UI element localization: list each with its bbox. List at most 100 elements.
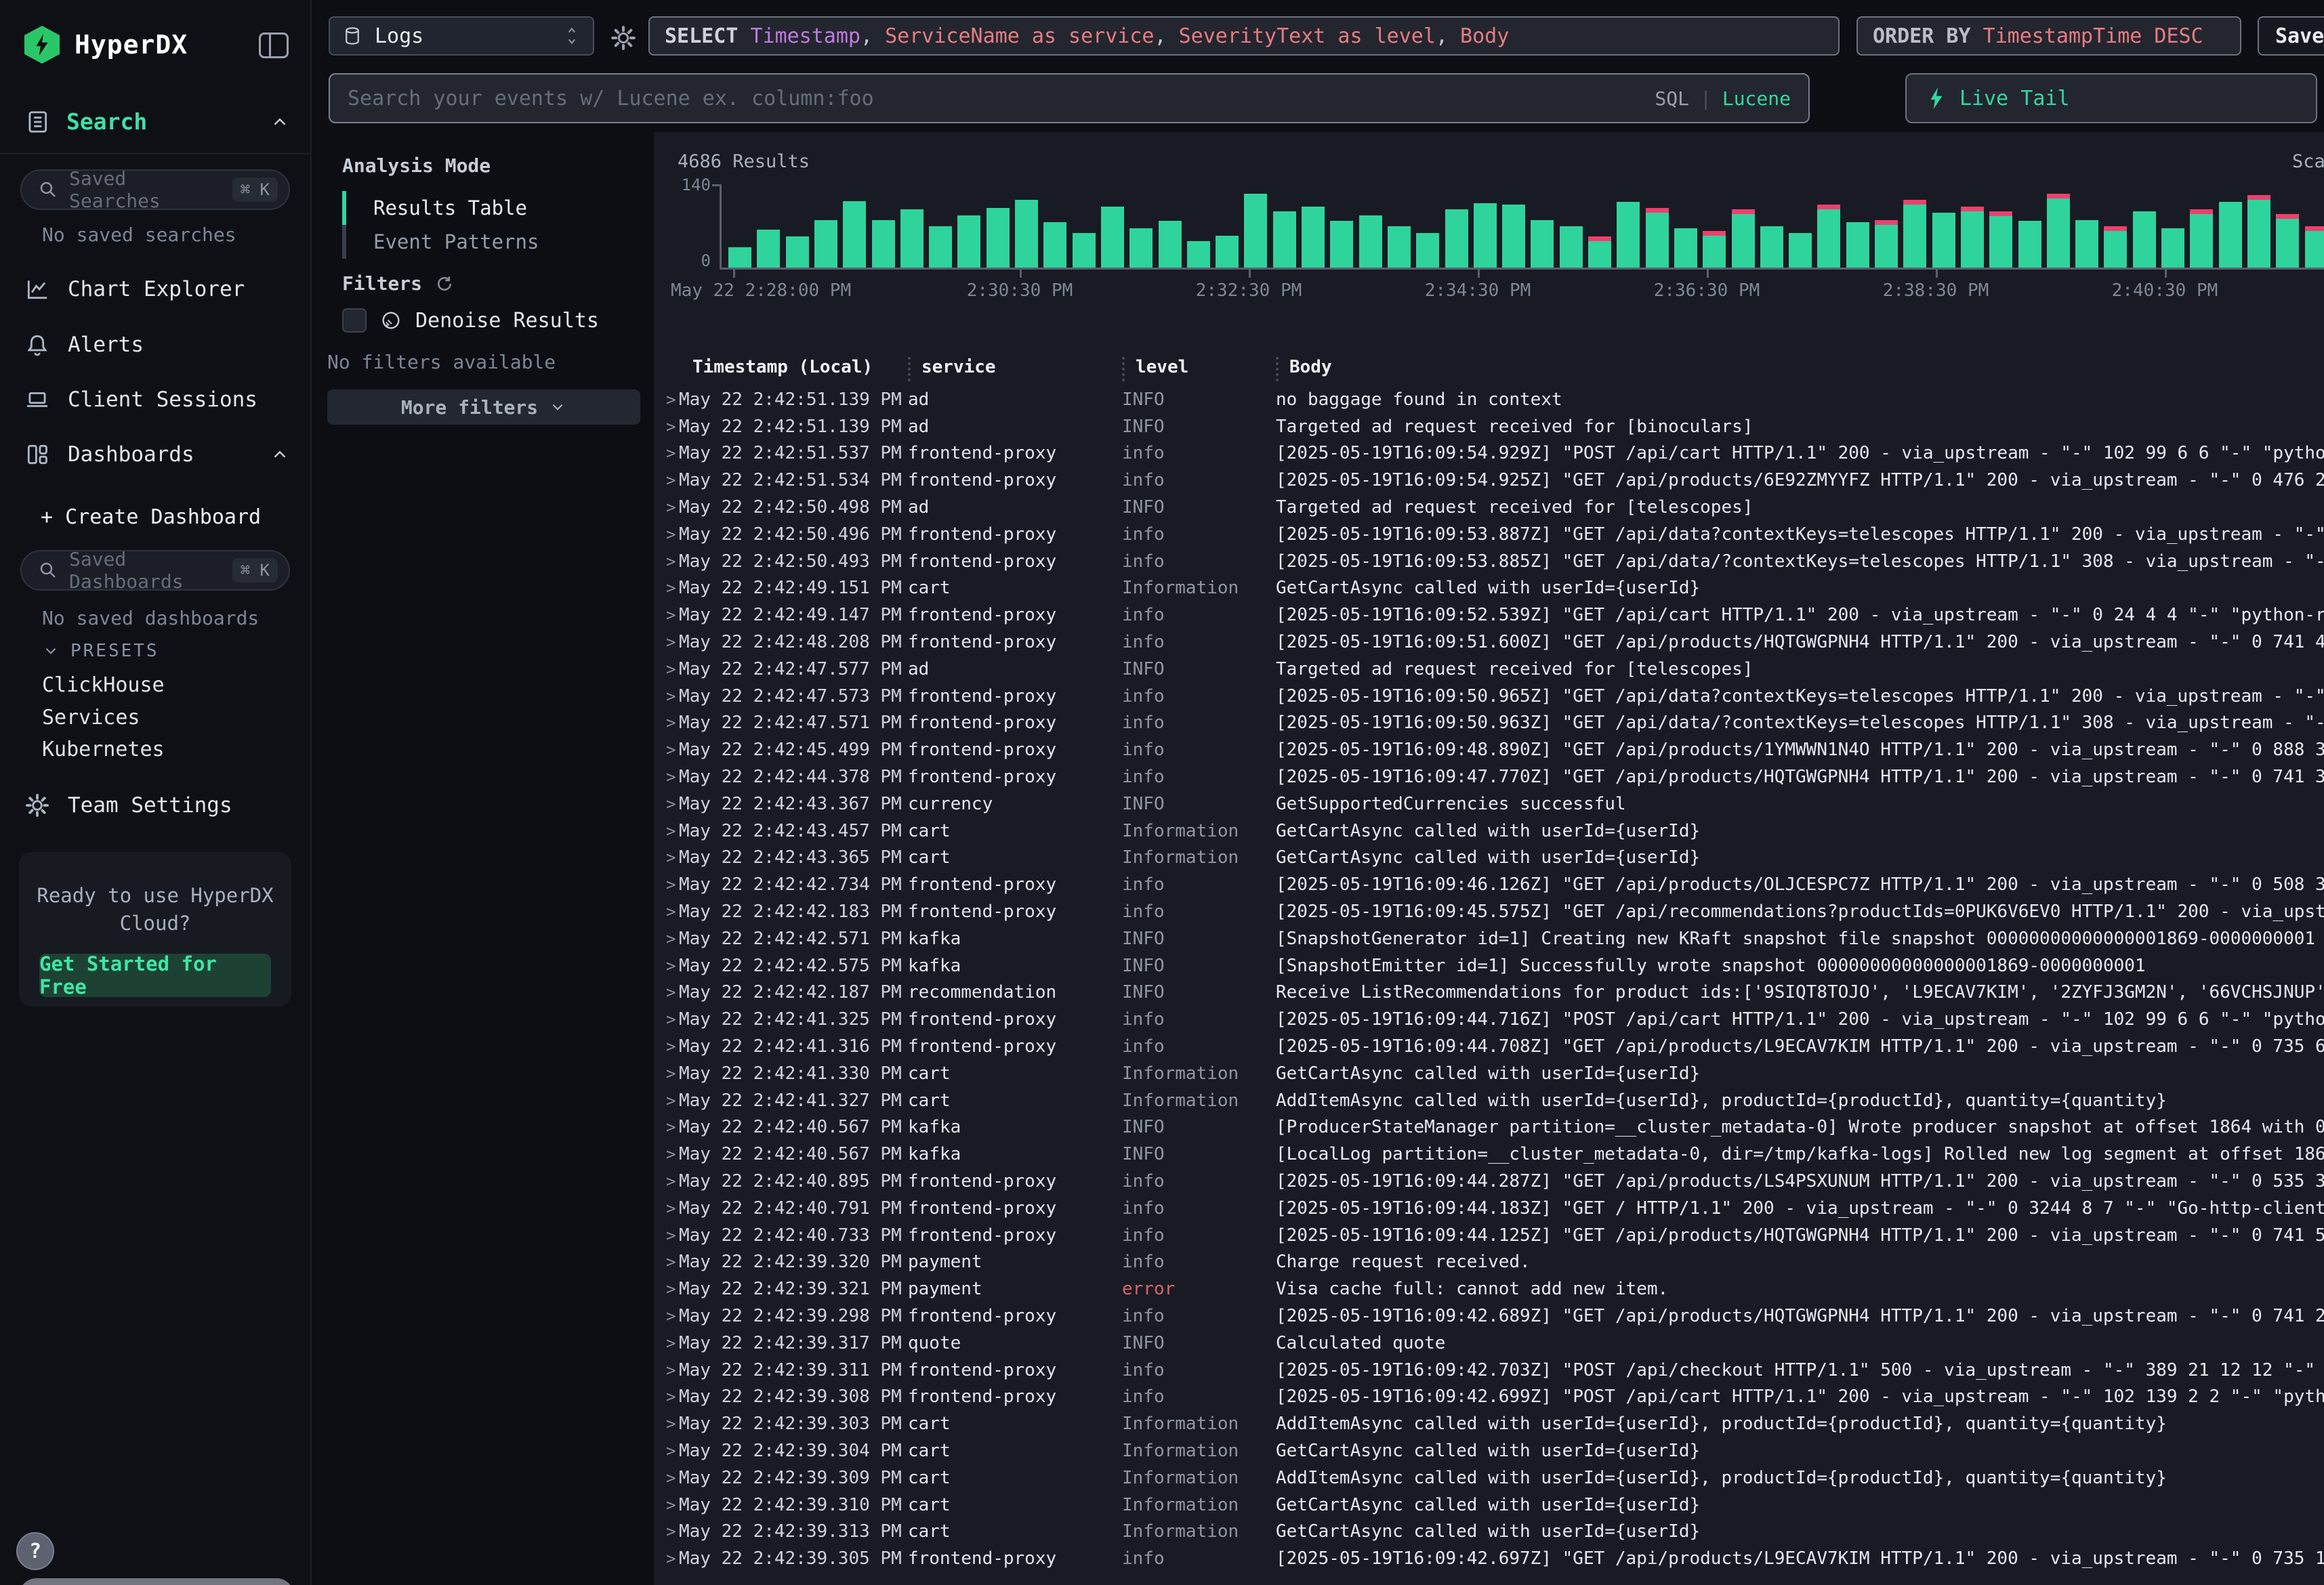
table-row[interactable]: >May 22 2:42:51.534 PMfrontend-proxyinfo… (654, 467, 2324, 494)
histogram-bar[interactable] (1445, 209, 1468, 268)
row-expand-chevron[interactable]: > (654, 767, 679, 786)
histogram-bar[interactable] (1043, 222, 1066, 268)
table-row[interactable]: >May 22 2:42:39.321 PMpaymenterrorVisa c… (654, 1275, 2324, 1303)
logo[interactable]: HyperDX (24, 26, 188, 64)
order-by-input[interactable]: ORDER BY TimestampTime DESC (1856, 16, 2241, 56)
table-row[interactable]: >May 22 2:42:41.327 PMcartInformationAdd… (654, 1087, 2324, 1114)
histogram-bar[interactable] (1846, 222, 1869, 268)
row-expand-chevron[interactable]: > (654, 1252, 679, 1271)
saved-searches-input[interactable]: Saved Searches ⌘ K (20, 169, 290, 210)
table-row[interactable]: >May 22 2:42:39.309 PMcartInformationAdd… (654, 1464, 2324, 1492)
histogram-bar[interactable] (1187, 241, 1210, 268)
table-row[interactable]: >May 22 2:42:43.365 PMcartInformationGet… (654, 845, 2324, 872)
table-row[interactable]: >May 22 2:42:50.496 PMfrontend-proxyinfo… (654, 521, 2324, 548)
table-row[interactable]: >May 22 2:42:43.457 PMcartInformationGet… (654, 818, 2324, 845)
histogram-bar[interactable] (1560, 226, 1583, 268)
sidebar-item-chart-explorer[interactable]: Chart Explorer (24, 276, 245, 302)
row-expand-chevron[interactable]: > (654, 1010, 679, 1029)
histogram-bar[interactable] (1817, 205, 1840, 268)
save-button[interactable]: Save (2258, 16, 2324, 56)
row-expand-chevron[interactable]: > (654, 1118, 679, 1137)
histogram-bar[interactable] (1359, 215, 1382, 268)
column-header-level[interactable]: level (1136, 357, 1188, 377)
more-filters-button[interactable]: More filters (327, 389, 640, 425)
histogram-bar[interactable] (2104, 226, 2127, 268)
table-row[interactable]: >May 22 2:42:42.571 PMkafkaINFO[Snapshot… (654, 925, 2324, 952)
row-expand-chevron[interactable]: > (654, 1037, 679, 1056)
table-row[interactable]: >May 22 2:42:42.183 PMfrontend-proxyinfo… (654, 898, 2324, 925)
row-expand-chevron[interactable]: > (654, 1414, 679, 1433)
row-expand-chevron[interactable]: > (654, 390, 679, 409)
refresh-icon[interactable] (434, 274, 455, 294)
mode-sql-toggle[interactable]: SQL (1655, 87, 1689, 110)
histogram-bar[interactable] (2018, 221, 2041, 268)
histogram-bar[interactable] (1875, 220, 1898, 268)
histogram-bar[interactable] (2305, 226, 2324, 268)
row-expand-chevron[interactable]: > (654, 902, 679, 921)
row-expand-chevron[interactable]: > (654, 1361, 679, 1380)
row-expand-chevron[interactable]: > (654, 822, 679, 841)
table-row[interactable]: >May 22 2:42:39.320 PMpaymentinfoCharge … (654, 1249, 2324, 1276)
histogram-bar[interactable] (1244, 194, 1267, 268)
table-row[interactable]: >May 22 2:42:40.733 PMfrontend-proxyinfo… (654, 1222, 2324, 1249)
row-expand-chevron[interactable]: > (654, 525, 679, 544)
histogram-bar[interactable] (1388, 226, 1411, 268)
row-expand-chevron[interactable]: > (654, 1441, 679, 1460)
row-expand-chevron[interactable]: > (654, 1307, 679, 1326)
column-header-body[interactable]: Body (1289, 357, 1332, 377)
histogram-bar[interactable] (843, 201, 866, 268)
row-expand-chevron[interactable]: > (654, 1549, 679, 1568)
table-row[interactable]: >May 22 2:42:39.313 PMcartInformationGet… (654, 1518, 2324, 1545)
row-expand-chevron[interactable]: > (654, 983, 679, 1002)
sidebar-item-search[interactable]: Search (24, 108, 290, 135)
row-expand-chevron[interactable]: > (654, 1496, 679, 1515)
sidebar-item-client-sessions[interactable]: Client Sessions (24, 387, 257, 413)
table-row[interactable]: >May 22 2:42:40.895 PMfrontend-proxyinfo… (654, 1168, 2324, 1195)
table-row[interactable]: >May 22 2:42:41.325 PMfrontend-proxyinfo… (654, 1006, 2324, 1033)
select-query-input[interactable]: SELECT Timestamp, ServiceName as service… (648, 16, 1840, 56)
histogram-bar[interactable] (1474, 203, 1497, 268)
histogram-bar[interactable] (1330, 221, 1353, 268)
histogram-bar[interactable] (2075, 220, 2098, 268)
row-expand-chevron[interactable]: > (654, 606, 679, 625)
table-row[interactable]: >May 22 2:42:40.567 PMkafkaINFO[Producer… (654, 1114, 2324, 1141)
table-row[interactable]: >May 22 2:42:50.498 PMadINFOTargeted ad … (654, 494, 2324, 521)
histogram-bar[interactable] (1617, 202, 1640, 268)
histogram-bar[interactable] (728, 247, 751, 268)
mode-lucene-toggle[interactable]: Lucene (1722, 87, 1791, 110)
row-expand-chevron[interactable]: > (654, 848, 679, 867)
source-select[interactable]: Logs (329, 16, 594, 56)
table-row[interactable]: >May 22 2:42:42.187 PMrecommendationINFO… (654, 979, 2324, 1007)
row-expand-chevron[interactable]: > (654, 713, 679, 732)
help-button[interactable]: ? (16, 1532, 54, 1570)
column-resize-handle[interactable] (1276, 357, 1279, 381)
histogram-bar[interactable] (1961, 207, 1984, 268)
row-expand-chevron[interactable]: > (654, 1387, 679, 1406)
table-row[interactable]: >May 22 2:42:39.310 PMcartInformationGet… (654, 1492, 2324, 1519)
column-resize-handle[interactable] (1122, 357, 1125, 381)
table-row[interactable]: >May 22 2:42:39.304 PMcartInformationGet… (654, 1437, 2324, 1464)
sidebar-item-team-settings[interactable]: Team Settings (24, 792, 232, 818)
table-row[interactable]: >May 22 2:42:45.499 PMfrontend-proxyinfo… (654, 736, 2324, 763)
row-expand-chevron[interactable]: > (654, 1468, 679, 1487)
row-expand-chevron[interactable]: > (654, 552, 679, 571)
histogram-bar[interactable] (1302, 207, 1325, 268)
histogram-bar[interactable] (2247, 195, 2270, 268)
row-expand-chevron[interactable]: > (654, 1145, 679, 1164)
histogram-bar[interactable] (1646, 208, 1669, 268)
preset-services[interactable]: Services (42, 706, 140, 730)
row-expand-chevron[interactable]: > (654, 740, 679, 759)
table-row[interactable]: >May 22 2:42:51.139 PMadINFOno baggage f… (654, 386, 2324, 413)
table-row[interactable]: >May 22 2:42:44.378 PMfrontend-proxyinfo… (654, 763, 2324, 790)
histogram-bar[interactable] (1674, 228, 1697, 268)
histogram-bar[interactable] (900, 209, 924, 268)
get-started-button[interactable]: Get Started for Free (39, 954, 271, 997)
lucene-search-input[interactable]: Search your events w/ Lucene ex. column:… (329, 73, 1810, 123)
histogram-bar[interactable] (957, 215, 980, 268)
row-expand-chevron[interactable]: > (654, 1172, 679, 1191)
histogram-bar[interactable] (1502, 205, 1525, 268)
table-row[interactable]: >May 22 2:42:40.567 PMkafkaINFO[LocalLog… (654, 1141, 2324, 1168)
saved-dashboards-input[interactable]: Saved Dashboards ⌘ K (20, 550, 290, 591)
row-expand-chevron[interactable]: > (654, 875, 679, 894)
preset-clickhouse[interactable]: ClickHouse (42, 673, 165, 697)
